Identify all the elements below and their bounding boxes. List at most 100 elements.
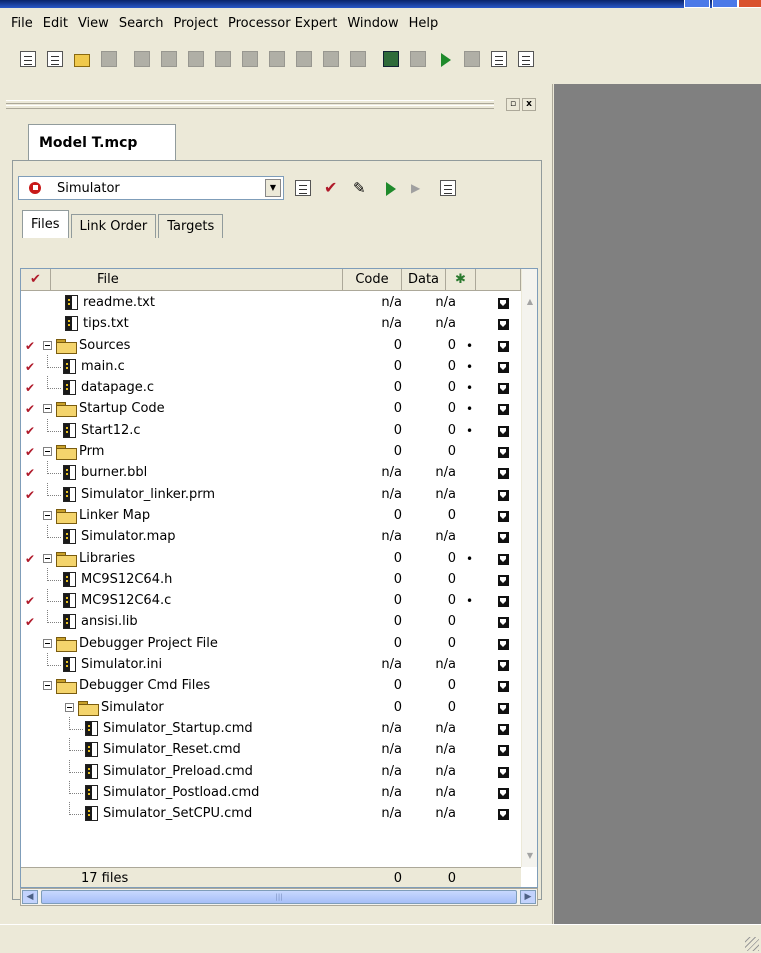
new-project-icon[interactable]: [45, 49, 65, 69]
row-menu-icon[interactable]: [498, 319, 509, 331]
project-tab[interactable]: Model T.mcp: [28, 124, 176, 160]
touch-check-icon[interactable]: [23, 529, 37, 545]
find-next-icon[interactable]: [294, 49, 314, 69]
menu-edit[interactable]: Edit: [38, 16, 73, 31]
touch-check-icon[interactable]: ✔: [23, 487, 37, 503]
scroll-right-icon[interactable]: ▶: [520, 890, 536, 904]
row-menu-icon[interactable]: [498, 660, 509, 672]
tree-file-row[interactable]: Simulator_Startup.cmd n/a n/a: [21, 716, 521, 740]
menu-help[interactable]: Help: [404, 16, 444, 31]
open-folder-icon[interactable]: [72, 49, 92, 69]
menu-processor-expert[interactable]: Processor Expert: [223, 16, 342, 31]
row-menu-icon[interactable]: [498, 638, 509, 650]
tree-file-row[interactable]: MC9S12C64.h 0 0: [21, 567, 521, 591]
row-menu-icon[interactable]: [498, 702, 509, 714]
row-menu-icon[interactable]: [498, 681, 509, 693]
menu-search[interactable]: Search: [114, 16, 169, 31]
debug-dot[interactable]: •: [466, 400, 473, 418]
dock-restore-icon[interactable]: ▫: [506, 98, 520, 111]
scroll-thumb[interactable]: [41, 890, 517, 904]
scroll-down-icon[interactable]: ▼: [523, 849, 537, 863]
debug-dot[interactable]: •: [466, 379, 473, 397]
copy-icon[interactable]: [213, 49, 233, 69]
column-data[interactable]: Data: [402, 269, 446, 291]
column-code[interactable]: Code: [343, 269, 402, 291]
touch-check-icon[interactable]: [23, 316, 37, 332]
touch-check-icon[interactable]: [23, 742, 37, 758]
undo-icon[interactable]: [132, 49, 152, 69]
touch-check-icon[interactable]: [23, 572, 37, 588]
touch-column-icon[interactable]: ✔: [21, 269, 51, 291]
touch-check-icon[interactable]: [23, 508, 37, 524]
touch-check-icon[interactable]: ✔: [23, 338, 37, 354]
tree-file-row[interactable]: ✔ burner.bbl n/a n/a: [21, 461, 521, 484]
tree-file-row[interactable]: Simulator_Postload.cmd n/a n/a: [21, 780, 521, 804]
touch-check-icon[interactable]: [23, 700, 37, 716]
collapse-toggle-icon[interactable]: [43, 510, 52, 520]
tree-file-row[interactable]: ✔ Start12.c 0 0 •: [21, 418, 521, 442]
row-menu-icon[interactable]: [498, 745, 509, 757]
vertical-scrollbar[interactable]: ▲ ▼: [521, 269, 537, 867]
debug-dot[interactable]: •: [466, 592, 473, 610]
row-menu-icon[interactable]: [498, 766, 509, 778]
tree-group-row[interactable]: ✔ Sources 0 0 •: [21, 336, 521, 357]
tree-group-row[interactable]: ✔ Prm 0 0: [21, 442, 521, 463]
tree-file-row[interactable]: ✔ MC9S12C64.c 0 0 •: [21, 589, 521, 612]
save-icon[interactable]: [99, 49, 119, 69]
menu-project[interactable]: Project: [168, 16, 222, 31]
collapse-toggle-icon[interactable]: [43, 404, 52, 414]
tab-files[interactable]: Files: [22, 210, 69, 238]
target-select[interactable]: Simulator ▼: [18, 176, 284, 200]
close-window-button[interactable]: [738, 0, 761, 8]
touch-check-icon[interactable]: ✔: [23, 423, 37, 439]
collapse-toggle-icon[interactable]: [43, 553, 52, 563]
tree-group-row[interactable]: ✔ Startup Code 0 0 •: [21, 399, 521, 420]
project-inspector-icon[interactable]: [438, 178, 458, 198]
dock-grip[interactable]: [6, 100, 494, 104]
column-file[interactable]: File: [51, 269, 343, 291]
scroll-left-icon[interactable]: ◀: [22, 890, 38, 904]
debug-dot[interactable]: •: [466, 337, 473, 355]
menu-view[interactable]: View: [73, 16, 114, 31]
tree-file-row[interactable]: Simulator.ini n/a n/a: [21, 653, 521, 676]
debug-column-icon[interactable]: ✱: [446, 269, 476, 291]
row-menu-icon[interactable]: [498, 596, 509, 608]
tree-file-row[interactable]: ✔ main.c 0 0 •: [21, 354, 521, 378]
touch-check-icon[interactable]: ✔: [23, 401, 37, 417]
collapse-toggle-icon[interactable]: [43, 681, 52, 691]
tree-file-row[interactable]: Simulator_SetCPU.cmd n/a n/a: [21, 802, 521, 825]
tree-group-row[interactable]: Debugger Cmd Files 0 0: [21, 676, 521, 697]
minimize-button[interactable]: [684, 0, 710, 8]
touch-check-icon[interactable]: [23, 657, 37, 673]
collapse-toggle-icon[interactable]: [43, 340, 52, 350]
touch-check-icon[interactable]: ✔: [23, 614, 37, 630]
row-menu-icon[interactable]: [498, 489, 509, 501]
redo-icon[interactable]: [159, 49, 179, 69]
tab-link-order[interactable]: Link Order: [70, 214, 157, 238]
maximize-button[interactable]: [712, 0, 738, 8]
find-icon[interactable]: [267, 49, 287, 69]
tree-file-row[interactable]: ✔ datapage.c 0 0 •: [21, 376, 521, 399]
resize-grip-icon[interactable]: [745, 937, 759, 951]
row-menu-icon[interactable]: [498, 447, 509, 459]
replace-icon[interactable]: [348, 49, 368, 69]
touch-check-icon[interactable]: ✔: [23, 444, 37, 460]
tree-file-row[interactable]: ✔ ansisi.lib 0 0: [21, 610, 521, 633]
cut-icon[interactable]: [186, 49, 206, 69]
row-menu-icon[interactable]: [498, 404, 509, 416]
find-in-files-icon[interactable]: [321, 49, 341, 69]
debug-dot[interactable]: •: [466, 358, 473, 376]
settings-page-icon[interactable]: [489, 49, 509, 69]
row-menu-icon[interactable]: [498, 532, 509, 544]
row-menu-icon[interactable]: [498, 553, 509, 565]
touch-check-icon[interactable]: ✔: [23, 359, 37, 375]
touch-check-icon[interactable]: [23, 785, 37, 801]
touch-check-icon[interactable]: [23, 721, 37, 737]
make-icon[interactable]: [381, 49, 401, 69]
debug-icon[interactable]: [435, 49, 455, 69]
menu-window[interactable]: Window: [342, 16, 403, 31]
touch-check-icon[interactable]: ✔: [23, 551, 37, 567]
touch-check-icon[interactable]: ✔: [23, 465, 37, 481]
tree-file-row[interactable]: tips.txt n/a n/a: [21, 314, 521, 335]
row-menu-icon[interactable]: [498, 383, 509, 395]
